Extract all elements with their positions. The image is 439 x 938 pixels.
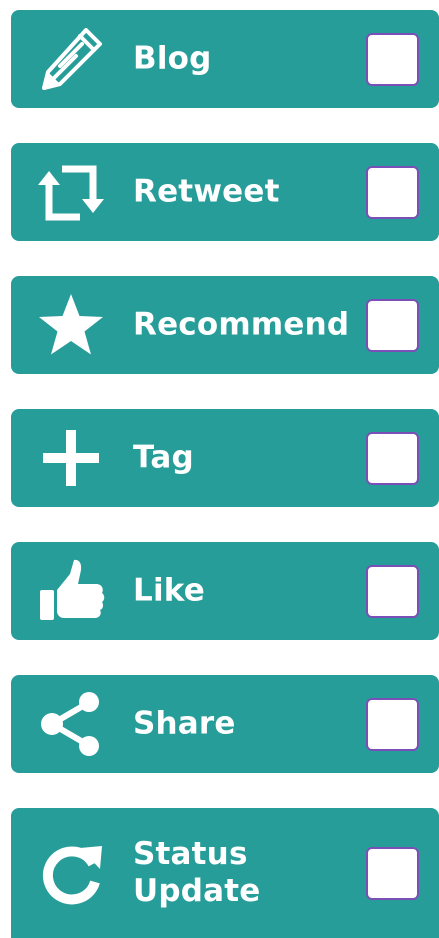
star-icon [31,285,111,365]
retweet-checkbox[interactable] [366,165,419,219]
action-label: Tag [133,439,194,476]
action-row-blog[interactable]: Blog [11,10,439,108]
action-label: Recommend [133,306,350,343]
plus-icon [31,418,111,498]
action-row-tag[interactable]: Tag [11,409,439,507]
recommend-checkbox[interactable] [366,298,419,352]
action-label: Blog [133,40,212,77]
retweet-icon [31,152,111,232]
action-row-status-update[interactable]: Status Update [11,808,439,938]
action-row-like[interactable]: Like [11,542,439,640]
share-icon [31,684,111,764]
pencil-icon [31,19,111,99]
share-checkbox[interactable] [366,697,419,751]
tag-checkbox[interactable] [366,431,419,485]
social-actions-list: Blog Retweet Recommend Tag Like Share St… [0,0,439,938]
refresh-icon [31,833,111,913]
action-row-share[interactable]: Share [11,675,439,773]
like-checkbox[interactable] [366,564,419,618]
action-label: Share [133,705,236,742]
thumbs-up-icon [31,551,111,631]
action-row-retweet[interactable]: Retweet [11,143,439,241]
status-update-checkbox[interactable] [366,846,419,900]
action-label: Retweet [133,173,280,210]
blog-checkbox[interactable] [366,32,419,86]
action-label: Like [133,572,205,609]
action-label: Status Update [133,836,261,909]
action-row-recommend[interactable]: Recommend [11,276,439,374]
